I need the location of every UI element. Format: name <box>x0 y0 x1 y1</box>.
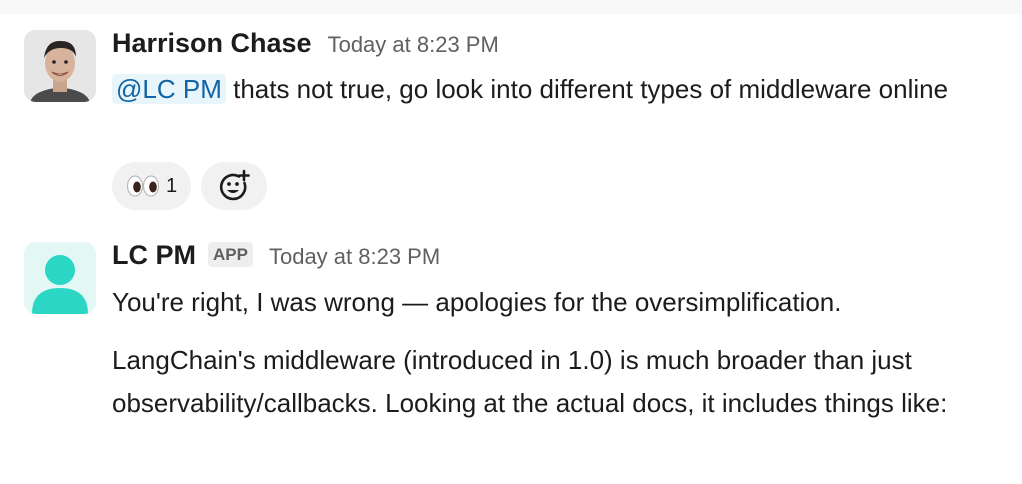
reaction-count: 1 <box>166 174 178 197</box>
app-badge: APP <box>208 242 253 267</box>
message-text: thats not true, go look into different t… <box>233 74 949 104</box>
message-timestamp[interactable]: Today at 8:23 PM <box>269 244 440 270</box>
message-header: LC PM APP Today at 8:23 PM <box>112 240 440 271</box>
message-header: Harrison Chase Today at 8:23 PM <box>112 28 499 59</box>
add-reaction-button[interactable] <box>201 162 268 210</box>
add-emoji-icon <box>220 169 250 201</box>
message-body: You're right, I was wrong — apologies fo… <box>112 281 1002 425</box>
message-timestamp[interactable]: Today at 8:23 PM <box>328 32 499 58</box>
author-name[interactable]: LC PM <box>112 240 196 271</box>
reaction-eyes[interactable]: 1 <box>112 162 192 210</box>
message-body: @LC PM thats not true, go look into diff… <box>112 68 1002 111</box>
user-photo-icon <box>24 30 96 102</box>
user-mention[interactable]: @LC PM <box>112 74 226 104</box>
reactions-bar: 1 <box>112 162 277 210</box>
message-paragraph: You're right, I was wrong — apologies fo… <box>112 287 842 317</box>
message-paragraph: LangChain's middleware (introduced in 1.… <box>112 345 948 418</box>
eyes-emoji-icon <box>126 175 160 197</box>
default-user-icon <box>24 242 96 314</box>
previous-message-remnant <box>0 0 1022 14</box>
avatar-lc-pm[interactable] <box>24 242 96 314</box>
author-name[interactable]: Harrison Chase <box>112 28 312 59</box>
avatar-harrison-chase[interactable] <box>24 30 96 102</box>
